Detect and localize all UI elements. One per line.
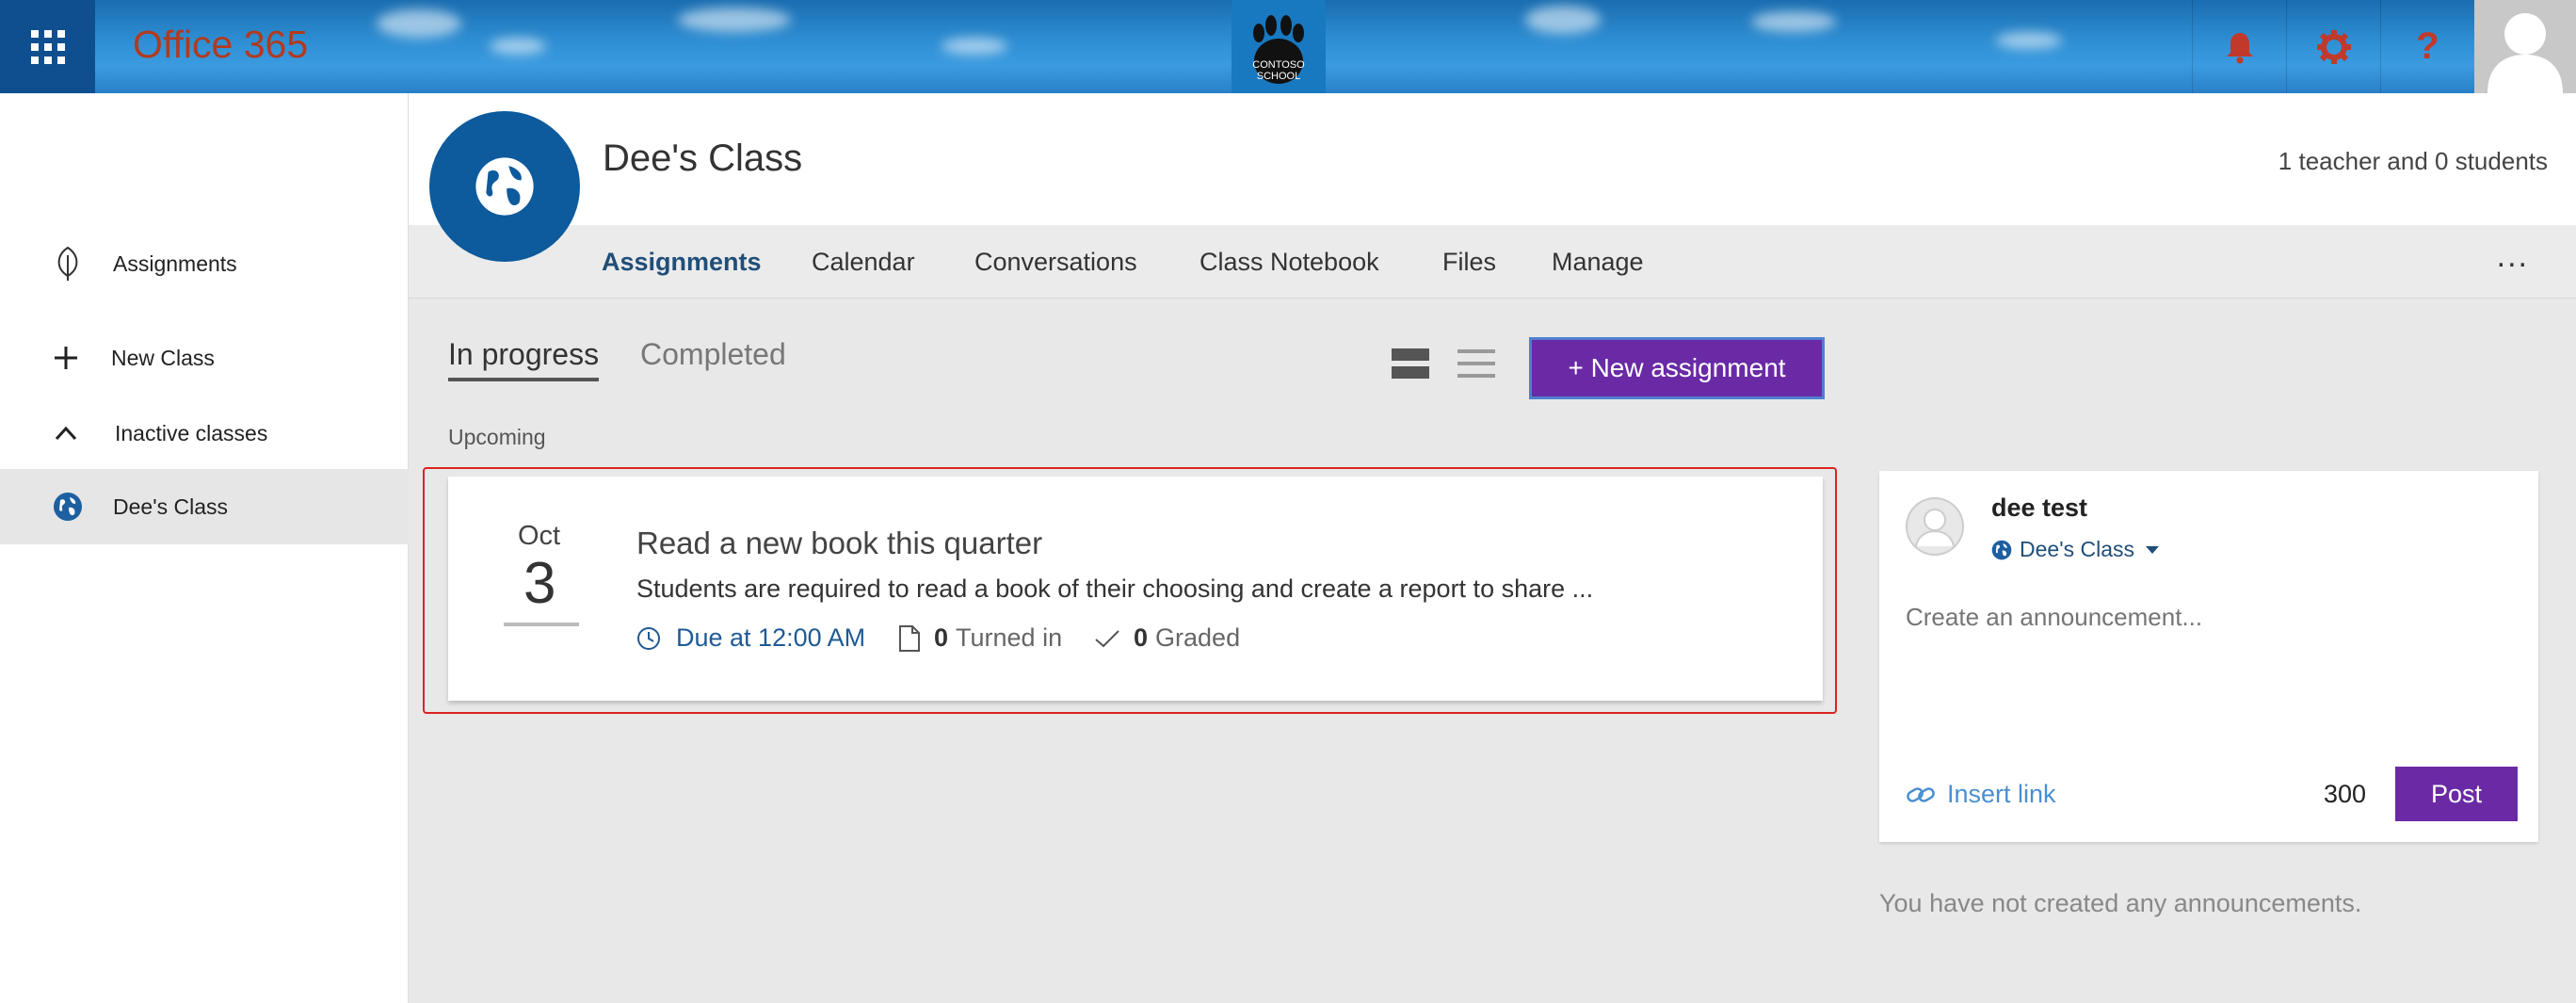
- avatar-icon: [1906, 497, 1964, 556]
- class-avatar: [429, 111, 580, 262]
- turned-in-count: 0: [934, 623, 949, 652]
- insert-link-button[interactable]: Insert link: [1906, 780, 2056, 809]
- sky-cloud: [1751, 11, 1836, 32]
- graded-info: 0 Graded: [1094, 623, 1240, 653]
- sky-cloud: [1996, 32, 2062, 49]
- list-view-icon: [1457, 349, 1495, 378]
- sidebar-item-label: Dee's Class: [113, 493, 228, 519]
- sidebar-item-label: Inactive classes: [115, 420, 268, 445]
- post-button[interactable]: Post: [2395, 767, 2518, 821]
- sky-cloud: [490, 38, 546, 55]
- gear-icon: [2316, 29, 2351, 64]
- tab-manage[interactable]: Manage: [1552, 248, 1644, 277]
- turned-in-info: 0 Turned in: [898, 623, 1062, 653]
- sidebar-item-dees-class[interactable]: Dee's Class: [0, 469, 409, 544]
- globe-icon: [1991, 540, 2012, 559]
- app-title[interactable]: Office 365: [133, 23, 308, 67]
- settings-button[interactable]: [2286, 0, 2380, 93]
- card-view-button[interactable]: [1390, 347, 1431, 380]
- member-count[interactable]: 1 teacher and 0 students: [2278, 147, 2548, 176]
- clock-icon: [637, 626, 660, 650]
- list-view-button[interactable]: [1456, 347, 1497, 380]
- app-launcher-button[interactable]: [0, 0, 95, 93]
- check-icon: [1095, 629, 1119, 647]
- assignment-description: Students are required to read a book of …: [636, 574, 1594, 603]
- notifications-button[interactable]: [2192, 0, 2286, 93]
- tab-conversations[interactable]: Conversations: [974, 248, 1137, 277]
- due-time: Due at 12:00 AM: [676, 623, 866, 652]
- sky-cloud: [942, 38, 1007, 55]
- card-view-icon: [1392, 348, 1429, 379]
- leaf-icon: [51, 246, 85, 281]
- sidebar-item-assignments[interactable]: Assignments: [0, 237, 409, 290]
- due-day: 3: [523, 551, 556, 616]
- link-icon: [1907, 786, 1935, 802]
- due-month: Oct: [518, 521, 561, 551]
- announcement-class-label: Dee's Class: [2020, 537, 2134, 561]
- sidebar: [0, 93, 409, 1003]
- sidebar-item-new-class[interactable]: New Class: [0, 332, 409, 384]
- sidebar-item-inactive-classes[interactable]: Inactive classes: [0, 407, 409, 460]
- sidebar-item-label: Assignments: [113, 251, 237, 276]
- globe-icon: [475, 157, 534, 216]
- announcer-avatar: [1906, 497, 1964, 556]
- character-count: 300: [2324, 780, 2367, 808]
- school-name: CONTOSO SCHOOL: [1252, 58, 1305, 82]
- tab-assignments[interactable]: Assignments: [602, 248, 762, 277]
- announcement-class-selector[interactable]: Dee's Class: [1991, 537, 2161, 562]
- class-title: Dee's Class: [603, 138, 803, 179]
- more-options-button[interactable]: ...: [2497, 238, 2529, 275]
- avatar-icon: [2487, 13, 2563, 93]
- section-heading: Upcoming: [448, 425, 546, 449]
- new-assignment-button[interactable]: + New assignment: [1529, 337, 1825, 399]
- waffle-icon: [30, 29, 65, 64]
- tab-files[interactable]: Files: [1442, 248, 1496, 277]
- tab-calendar[interactable]: Calendar: [812, 248, 915, 277]
- insert-link-label: Insert link: [1947, 780, 2056, 808]
- sidebar-item-label: New Class: [111, 345, 215, 370]
- class-tabs: Assignments Calendar Conversations Class…: [409, 225, 2576, 299]
- plus-icon: [49, 341, 83, 375]
- due-info: Due at 12:00 AM: [636, 623, 865, 653]
- tab-completed[interactable]: Completed: [640, 337, 786, 372]
- date-divider: [504, 623, 579, 626]
- ellipsis-icon: ...: [2496, 238, 2529, 274]
- school-logo: CONTOSO SCHOOL: [1232, 0, 1326, 93]
- chevron-up-icon: [49, 416, 83, 450]
- sky-cloud: [678, 8, 791, 32]
- tab-class-notebook[interactable]: Class Notebook: [1199, 248, 1379, 277]
- document-icon: [899, 624, 920, 652]
- bell-icon: [2226, 32, 2253, 63]
- assignment-title[interactable]: Read a new book this quarter: [636, 526, 1042, 561]
- sky-cloud: [377, 9, 461, 38]
- announcement-input[interactable]: [1906, 603, 2508, 632]
- announcer-name: dee test: [1991, 493, 2088, 522]
- tab-in-progress[interactable]: In progress: [448, 337, 600, 381]
- sky-cloud: [1525, 6, 1601, 34]
- graded-label: Graded: [1155, 623, 1241, 652]
- graded-count: 0: [1134, 623, 1149, 652]
- caret-down-icon: [2146, 545, 2159, 554]
- turned-in-label: Turned in: [956, 623, 1063, 652]
- help-icon: ?: [2416, 25, 2439, 67]
- empty-announcements-message: You have not created any announcements.: [1879, 889, 2362, 917]
- help-button[interactable]: ?: [2380, 0, 2474, 93]
- user-avatar-button[interactable]: [2474, 0, 2576, 93]
- globe-icon: [51, 490, 85, 524]
